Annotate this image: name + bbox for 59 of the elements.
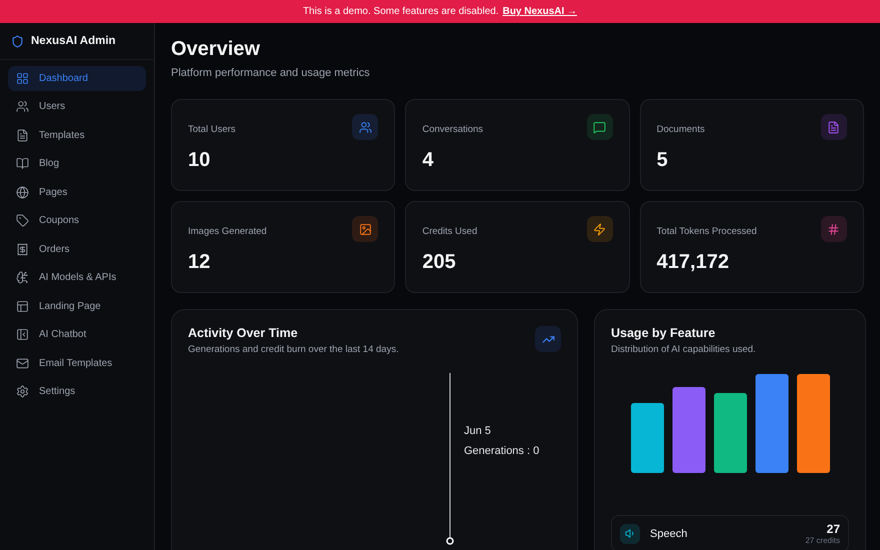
card-subtitle: Distribution of AI capabilities used. — [611, 344, 757, 355]
tooltip-date: Jun 5 — [464, 425, 492, 437]
settings-icon — [16, 385, 29, 398]
users-icon — [358, 120, 372, 134]
stat-value: 4 — [422, 149, 434, 172]
nav-item[interactable]: Templates — [8, 123, 146, 148]
hash-icon — [827, 222, 840, 236]
nav-item[interactable]: Users — [8, 94, 146, 119]
stat-value: 12 — [188, 251, 212, 274]
mail-icon — [16, 356, 29, 370]
document-icon — [16, 128, 29, 142]
chart-bar — [631, 403, 664, 473]
globe-icon — [16, 186, 29, 199]
chat-bubble-icon — [593, 120, 606, 134]
feature-credits: 27 credits — [805, 536, 840, 545]
card-title: Activity Over Time — [188, 326, 299, 340]
page-subtitle: Platform performance and usage metrics — [171, 67, 371, 79]
tooltip-reading: Generations : 0 — [464, 445, 540, 457]
feature-value: 27 — [826, 522, 840, 536]
nav-item[interactable]: Orders — [8, 237, 146, 262]
users-icon — [16, 100, 29, 114]
stat-value: 205 — [422, 251, 457, 274]
shield-icon — [11, 34, 24, 48]
stat-value: 10 — [188, 149, 212, 172]
speaker-icon — [624, 528, 636, 539]
nav-item[interactable]: Pages — [8, 180, 146, 204]
brand-name: NexusAI Admin — [31, 35, 116, 47]
receipt-icon — [16, 242, 29, 256]
nav-item[interactable]: Coupons — [8, 208, 146, 233]
brain-icon — [16, 271, 29, 284]
card-title: Usage by Feature — [611, 326, 716, 340]
stat-label: Total Users — [188, 124, 236, 134]
panel-icon — [16, 328, 29, 342]
book-icon — [16, 157, 29, 170]
tag-icon — [16, 214, 29, 228]
nav-item[interactable]: Settings — [8, 380, 146, 404]
nav-item[interactable]: Landing Page — [8, 294, 146, 318]
stat-label: Credits Used — [422, 226, 478, 236]
buy-link[interactable]: Buy NexusAI → — [502, 6, 578, 17]
image-icon — [358, 222, 372, 236]
stat-value: 5 — [656, 149, 669, 172]
nav-item[interactable]: AI Models & APIs — [8, 266, 146, 290]
nav-item[interactable]: Email Templates — [8, 351, 146, 376]
page-title: Overview — [171, 38, 261, 61]
stat-value: 417,172 — [656, 251, 730, 274]
nav-item[interactable]: Blog — [8, 152, 146, 176]
layout-icon — [16, 300, 29, 313]
stat-label: Total Tokens Processed — [656, 226, 757, 236]
stat-label: Images Generated — [188, 226, 267, 236]
lightning-icon — [593, 222, 606, 236]
nav-item[interactable]: AI Chatbot — [8, 322, 146, 347]
grid-icon — [16, 72, 29, 85]
stat-label: Documents — [656, 124, 705, 134]
document-icon — [827, 120, 840, 134]
banner-text: This is a demo. Some features are disabled. — [302, 6, 499, 17]
feature-name: Speech — [650, 528, 688, 540]
stat-label: Conversations — [422, 124, 484, 134]
card-subtitle: Generations and credit burn over the last 14 days. — [188, 344, 399, 355]
nav-item[interactable]: Dashboard — [8, 66, 146, 90]
